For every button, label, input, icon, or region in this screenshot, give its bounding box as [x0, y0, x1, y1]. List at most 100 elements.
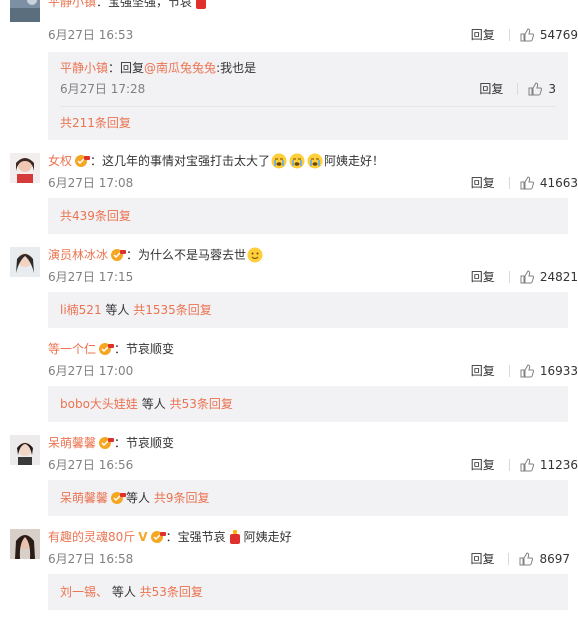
like-button[interactable]: 8697 [519, 551, 570, 567]
more-replies-link: 呆萌馨馨 等人 共9条回复 [60, 490, 209, 509]
crying-emoji-icon [307, 153, 323, 173]
like-button[interactable]: 24821 [520, 269, 578, 285]
like-button[interactable]: 11236 [520, 457, 578, 473]
reply-section: bobo大头娃娃 等人 共53条回复 [48, 386, 568, 422]
username-link[interactable]: 有趣的灵魂80斤 [48, 530, 135, 544]
timestamp: 6月27日 17:08 [48, 176, 134, 190]
like-button[interactable]: 41663 [520, 175, 578, 191]
like-button[interactable]: 54769 [520, 27, 578, 43]
like-button[interactable]: 3 [528, 81, 556, 97]
reply-button[interactable]: 回复 [471, 363, 495, 379]
thumb-up-icon [520, 176, 534, 190]
reply-button[interactable]: 回复 [471, 27, 495, 43]
comment-4: 呆萌馨馨 ：节哀顺变 6月27日 16:56 回复 11236 呆萌馨馨 等人 共9… [0, 432, 578, 516]
comment-text-tail: 阿姨走好！ [324, 154, 385, 168]
divider [508, 177, 510, 189]
smile-emoji-icon [247, 247, 263, 267]
username-link[interactable]: 呆萌馨馨 [48, 436, 96, 450]
comment-1: 女权 ：这几年的事情对宝强打击太大了 阿姨走好！ 6月27日 17:08 回复 41… [0, 150, 578, 234]
reply-button[interactable]: 回复 [471, 457, 495, 473]
divider [508, 29, 510, 41]
like-count: 54769 [539, 28, 578, 42]
comment-actions: 回复 16933 [471, 363, 578, 379]
comment-3: 等一个仁 ：节哀顺变 6月27日 17:00 回复 16933 bobo大头娃娃 … [0, 338, 578, 422]
more-replies-link: bobo大头娃娃 等人 共53条回复 [60, 396, 233, 412]
username-link[interactable]: 等一个仁 [48, 342, 96, 356]
comment-body: 有趣的灵魂80斤 V ：宝强节哀 阿姨走好 [48, 529, 292, 549]
more-replies-count[interactable]: 共53条回复 [140, 585, 203, 599]
comment-meta: 6月27日 16:53 回复 54769 [48, 27, 578, 43]
avatar[interactable] [10, 153, 40, 183]
and-others-text: 等人 [108, 585, 140, 599]
reply-button[interactable]: 回复 [471, 175, 495, 191]
avatar[interactable] [10, 341, 40, 371]
timestamp: 6月27日 16:56 [48, 458, 134, 472]
member-badge-icon [110, 491, 127, 509]
and-others-text: 等人 [137, 397, 170, 411]
comment-5: 有趣的灵魂80斤 V ：宝强节哀 阿姨走好 6月27日 16:58 回复 8697 刘… [0, 526, 578, 610]
more-replies-count[interactable]: 共439条回复 [60, 209, 131, 223]
mention-link[interactable]: @南瓜兔兔兔 [144, 61, 216, 75]
divider [508, 553, 510, 565]
comment-body: 呆萌馨馨 ：节哀顺变 [48, 435, 174, 454]
comment-actions: 回复 24821 [471, 269, 578, 285]
thumb-up-icon [520, 458, 534, 472]
more-replies-count[interactable]: 共1535条回复 [133, 303, 212, 317]
more-replies-count[interactable]: 共9条回复 [154, 491, 210, 505]
timestamp: 6月27日 16:58 [48, 552, 134, 566]
candle-emoji-icon [193, 0, 209, 14]
comment-text: 宝强坚强，节哀 [108, 0, 193, 9]
reply-user-link[interactable]: bobo大头娃娃 [60, 397, 138, 411]
username-link[interactable]: 演员林冰冰 [48, 248, 108, 262]
sub-username-link[interactable]: 平静小镇 [60, 61, 108, 75]
member-badge-icon [98, 342, 115, 360]
and-others-text: 等人 [126, 491, 154, 505]
username-link[interactable]: 平静小镇 [48, 0, 96, 9]
like-count: 16933 [539, 364, 578, 378]
candle-emoji-icon [227, 529, 243, 549]
like-count: 41663 [539, 176, 578, 190]
like-button[interactable]: 16933 [520, 363, 578, 379]
comment-text-tail: 阿姨走好 [243, 530, 292, 544]
comment-text: 节哀顺变 [126, 436, 175, 450]
more-replies-count[interactable]: 共211条回复 [60, 116, 131, 130]
more-replies-link[interactable]: 共211条回复 [60, 115, 131, 131]
reply-user-link[interactable]: 呆萌馨馨 [60, 491, 108, 505]
comment-meta: 6月27日 16:56 回复 11236 [48, 457, 578, 473]
comment-2: 演员林冰冰 ：为什么不是马蓉去世 6月27日 17:15 回复 24821 li楠… [0, 244, 578, 328]
member-badge-icon [110, 248, 127, 266]
avatar[interactable] [10, 247, 40, 277]
divider [60, 106, 556, 107]
like-count: 8697 [539, 552, 570, 566]
avatar[interactable] [10, 0, 40, 22]
sub-reply-actions: 回复 3 [479, 81, 556, 97]
reply-section: li楠521 等人 共1535条回复 [48, 292, 568, 328]
comment-actions: 回复 11236 [471, 457, 578, 473]
more-replies-count[interactable]: 共53条回复 [170, 397, 233, 411]
comment-actions: 回复 41663 [471, 175, 578, 191]
username-link[interactable]: 女权 [48, 154, 72, 168]
comment-body: 女权 ：这几年的事情对宝强打击太大了 阿姨走好！ [48, 153, 384, 173]
comment-text: 这几年的事情对宝强打击太大了 [102, 154, 271, 168]
more-replies-link[interactable]: 共439条回复 [60, 208, 131, 224]
comment-actions: 回复 8697 [470, 551, 570, 567]
divider [517, 83, 519, 95]
member-badge-icon [74, 154, 91, 172]
reply-button[interactable]: 回复 [470, 551, 494, 567]
more-replies-link: 刘一锡、 等人 共53条回复 [60, 584, 203, 600]
avatar[interactable] [10, 435, 40, 465]
reply-section: 共439条回复 [48, 198, 568, 234]
reply-button[interactable]: 回复 [479, 81, 503, 97]
member-badge-icon [150, 530, 166, 548]
like-count: 11236 [539, 458, 578, 472]
comment-meta: 6月27日 17:08 回复 41663 [48, 175, 578, 191]
reply-user-link[interactable]: 刘一锡、 [60, 585, 108, 599]
crying-emoji-icon [271, 153, 287, 173]
reply-user-link[interactable]: li楠521 [60, 303, 102, 317]
thumb-up-icon [519, 552, 534, 566]
reply-button[interactable]: 回复 [471, 269, 495, 285]
verified-v-icon: V [138, 530, 148, 544]
comment-meta: 6月27日 17:00 回复 16933 [48, 363, 578, 379]
avatar[interactable] [10, 529, 40, 559]
comment-meta: 6月27日 17:15 回复 24821 [48, 269, 578, 285]
